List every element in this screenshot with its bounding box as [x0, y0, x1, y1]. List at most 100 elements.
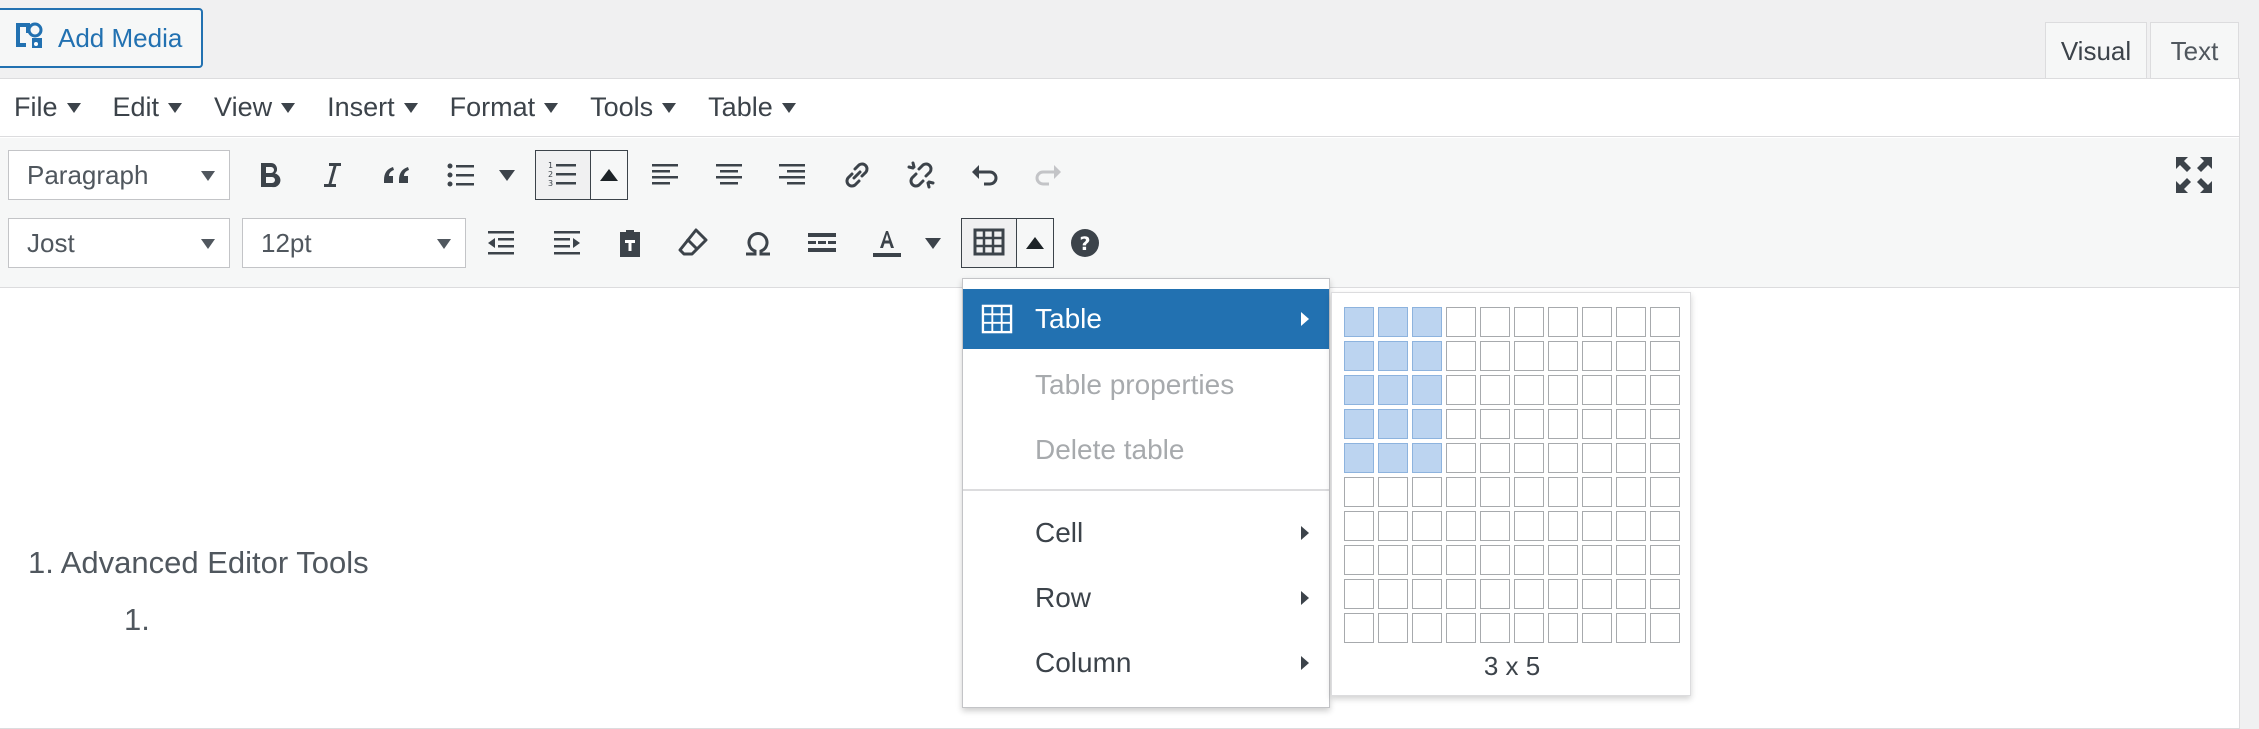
grid-cell[interactable]: [1378, 443, 1408, 473]
grid-cell[interactable]: [1446, 477, 1476, 507]
grid-cell[interactable]: [1582, 443, 1612, 473]
grid-cell[interactable]: [1582, 545, 1612, 575]
grid-cell[interactable]: [1480, 613, 1510, 643]
grid-cell[interactable]: [1480, 511, 1510, 541]
horizontal-line-button[interactable]: [797, 218, 847, 268]
grid-cell[interactable]: [1582, 613, 1612, 643]
grid-cell[interactable]: [1514, 409, 1544, 439]
grid-cell[interactable]: [1344, 579, 1374, 609]
grid-cell[interactable]: [1378, 375, 1408, 405]
grid-cell[interactable]: [1650, 409, 1680, 439]
italic-button[interactable]: [307, 150, 357, 200]
menu-item-column[interactable]: Column: [963, 633, 1329, 693]
grid-cell[interactable]: [1412, 579, 1442, 609]
grid-cell[interactable]: [1650, 477, 1680, 507]
grid-cell[interactable]: [1650, 545, 1680, 575]
grid-cell[interactable]: [1480, 443, 1510, 473]
grid-cell[interactable]: [1480, 409, 1510, 439]
grid-cell[interactable]: [1378, 307, 1408, 337]
grid-cell[interactable]: [1378, 579, 1408, 609]
grid-cell[interactable]: [1582, 375, 1612, 405]
menu-tools[interactable]: Tools: [590, 92, 677, 123]
grid-cell[interactable]: [1446, 545, 1476, 575]
grid-cell[interactable]: [1548, 341, 1578, 371]
grid-cell[interactable]: [1582, 409, 1612, 439]
grid-cell[interactable]: [1480, 307, 1510, 337]
grid-cell[interactable]: [1480, 375, 1510, 405]
grid-cell[interactable]: [1650, 341, 1680, 371]
grid-cell[interactable]: [1514, 579, 1544, 609]
grid-cell[interactable]: [1548, 511, 1578, 541]
grid-cell[interactable]: [1514, 477, 1544, 507]
menu-table[interactable]: Table: [708, 92, 796, 123]
redo-button[interactable]: [1023, 150, 1073, 200]
undo-button[interactable]: [960, 150, 1010, 200]
font-family-select[interactable]: Jost: [8, 218, 230, 268]
grid-cell[interactable]: [1514, 511, 1544, 541]
grid-cell[interactable]: [1446, 613, 1476, 643]
grid-cell[interactable]: [1650, 307, 1680, 337]
grid-cell[interactable]: [1582, 477, 1612, 507]
grid-cell[interactable]: [1514, 375, 1544, 405]
insert-link-button[interactable]: [832, 150, 882, 200]
grid-cell[interactable]: [1548, 375, 1578, 405]
table-button[interactable]: [961, 218, 1017, 268]
clear-formatting-button[interactable]: [668, 218, 718, 268]
grid-cell[interactable]: [1344, 375, 1374, 405]
table-dropdown[interactable]: [1016, 218, 1054, 268]
grid-cell[interactable]: [1616, 545, 1646, 575]
remove-link-button[interactable]: [896, 150, 946, 200]
grid-cell[interactable]: [1514, 545, 1544, 575]
grid-cell[interactable]: [1548, 545, 1578, 575]
grid-cell[interactable]: [1446, 375, 1476, 405]
grid-cell[interactable]: [1378, 341, 1408, 371]
menu-file[interactable]: File: [14, 92, 81, 123]
grid-cell[interactable]: [1446, 579, 1476, 609]
menu-item-cell[interactable]: Cell: [963, 503, 1329, 563]
help-button[interactable]: ?: [1060, 218, 1110, 268]
special-character-button[interactable]: [733, 218, 783, 268]
grid-cell[interactable]: [1344, 511, 1374, 541]
grid-cell[interactable]: [1650, 443, 1680, 473]
grid-cell[interactable]: [1616, 477, 1646, 507]
grid-cell[interactable]: [1412, 477, 1442, 507]
text-color-button[interactable]: [862, 218, 912, 268]
grid-cell[interactable]: [1446, 341, 1476, 371]
grid-cell[interactable]: [1582, 341, 1612, 371]
grid-cell[interactable]: [1446, 443, 1476, 473]
tab-text[interactable]: Text: [2150, 22, 2239, 79]
grid-cell[interactable]: [1514, 341, 1544, 371]
add-media-button[interactable]: Add Media: [0, 8, 203, 68]
align-center-button[interactable]: [704, 150, 754, 200]
grid-cell[interactable]: [1650, 613, 1680, 643]
menu-view[interactable]: View: [214, 92, 296, 123]
grid-cell[interactable]: [1412, 375, 1442, 405]
align-left-button[interactable]: [640, 150, 690, 200]
menu-item-row[interactable]: Row: [963, 568, 1329, 628]
grid-cell[interactable]: [1616, 409, 1646, 439]
bullet-list-dropdown[interactable]: [488, 150, 526, 200]
menu-item-table[interactable]: Table: [963, 289, 1329, 349]
bullet-list-button[interactable]: [436, 150, 486, 200]
grid-cell[interactable]: [1616, 443, 1646, 473]
grid-cell[interactable]: [1412, 545, 1442, 575]
fullscreen-button[interactable]: [2170, 151, 2218, 199]
grid-cell[interactable]: [1582, 579, 1612, 609]
grid-cell[interactable]: [1344, 613, 1374, 643]
grid-cell[interactable]: [1548, 307, 1578, 337]
grid-cell[interactable]: [1378, 477, 1408, 507]
grid-cell[interactable]: [1616, 613, 1646, 643]
font-size-select[interactable]: 12pt: [242, 218, 466, 268]
grid-cell[interactable]: [1412, 511, 1442, 541]
grid-cell[interactable]: [1412, 341, 1442, 371]
align-right-button[interactable]: [767, 150, 817, 200]
grid-cell[interactable]: [1582, 511, 1612, 541]
grid-cell[interactable]: [1378, 511, 1408, 541]
grid-cell[interactable]: [1616, 341, 1646, 371]
indent-button[interactable]: [542, 218, 592, 268]
grid-cell[interactable]: [1446, 307, 1476, 337]
grid-cell[interactable]: [1616, 375, 1646, 405]
grid-cell[interactable]: [1412, 443, 1442, 473]
numbered-list-button[interactable]: 123: [535, 150, 591, 200]
grid-cell[interactable]: [1480, 545, 1510, 575]
